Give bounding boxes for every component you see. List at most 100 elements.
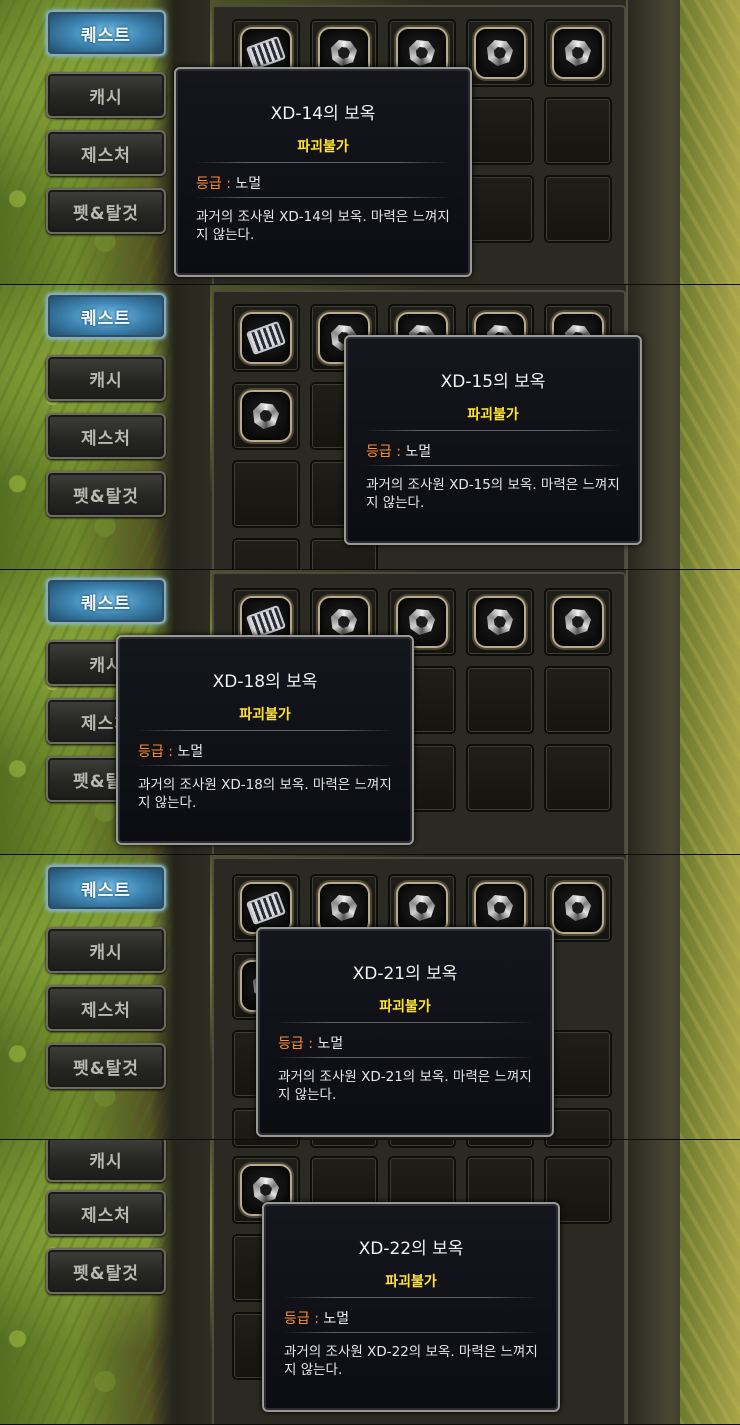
- inventory-slot[interactable]: [466, 744, 534, 812]
- gem-icon: [409, 40, 435, 66]
- gem-icon: [331, 609, 357, 635]
- indestructible-label: 파괴불가: [297, 139, 349, 155]
- grade-label: 등급 :: [196, 176, 231, 192]
- gem-icon: [331, 895, 357, 921]
- item-icon[interactable]: [552, 27, 604, 79]
- item-name: XD-22의 보옥: [358, 1239, 464, 1259]
- inventory-slot[interactable]: [310, 1140, 378, 1148]
- inventory-slot[interactable]: [544, 1140, 612, 1148]
- inventory-slot[interactable]: [232, 538, 300, 569]
- divider: [364, 430, 622, 431]
- frame-border-right: [626, 1140, 682, 1424]
- item-name: XD-21의 보옥: [352, 964, 458, 984]
- grade-value: 노멀: [323, 1311, 350, 1327]
- tab-quest[interactable]: 퀘스트: [46, 293, 166, 339]
- item-tooltip: XD-14의 보옥 파괴불가 등급 : 노멀 과거의 조사원 XD-14의 보옥…: [174, 67, 472, 277]
- indestructible-label: 파괴불가: [379, 999, 431, 1015]
- item-icon[interactable]: [552, 882, 604, 934]
- item-tooltip: XD-18의 보옥 파괴불가 등급 : 노멀 과거의 조사원 XD-18의 보옥…: [116, 635, 414, 845]
- inventory-slot[interactable]: [232, 304, 300, 372]
- item-tooltip: XD-22의 보옥 파괴불가 등급 : 노멀 과거의 조사원 XD-22의 보옥…: [262, 1202, 560, 1412]
- tab-quest[interactable]: 퀘스트: [46, 10, 166, 56]
- tab-pet-mount[interactable]: 펫&탈것: [46, 188, 166, 234]
- inventory-slot[interactable]: [544, 666, 612, 734]
- item-grade: 등급 : 노멀: [278, 1033, 343, 1053]
- cart-icon: [245, 604, 287, 640]
- inventory-slot[interactable]: [544, 1108, 612, 1139]
- grade-label: 등급 :: [278, 1036, 313, 1052]
- grade-label: 등급 :: [366, 444, 401, 460]
- divider: [194, 197, 452, 198]
- item-icon[interactable]: [474, 596, 526, 648]
- divider: [136, 765, 394, 766]
- inventory-slot[interactable]: [232, 1140, 300, 1148]
- gem-icon: [565, 895, 591, 921]
- grass-background-right: [680, 285, 740, 569]
- gem-icon: [409, 609, 435, 635]
- tab-pet-mount[interactable]: 펫&탈것: [46, 1043, 166, 1089]
- inventory-slot[interactable]: [544, 175, 612, 243]
- inventory-panel-5: 캐시 제스처 펫&탈것 XD-22의 보옥 파괴불가 등급 : 노멀 과거의 조…: [0, 1140, 740, 1425]
- item-description: 과거의 조사원 XD-15의 보옥. 마력은 느껴지지 않는다.: [366, 477, 620, 511]
- gem-icon: [565, 40, 591, 66]
- inventory-slot[interactable]: [544, 874, 612, 942]
- tab-pet-mount[interactable]: 펫&탈것: [46, 471, 166, 517]
- inventory-slot[interactable]: [388, 1140, 456, 1148]
- gem-icon: [487, 40, 513, 66]
- tab-gesture[interactable]: 제스처: [46, 985, 166, 1031]
- tab-gesture[interactable]: 제스처: [46, 130, 166, 176]
- gem-icon: [487, 895, 513, 921]
- inventory-slot[interactable]: [544, 744, 612, 812]
- inventory-slot[interactable]: [232, 382, 300, 450]
- grade-label: 등급 :: [138, 744, 173, 760]
- tab-pet-mount[interactable]: 펫&탈것: [46, 1248, 166, 1294]
- gem-icon: [565, 609, 591, 635]
- divider: [364, 465, 622, 466]
- item-grade: 등급 : 노멀: [366, 441, 431, 461]
- tab-cash[interactable]: 캐시: [46, 1140, 166, 1182]
- gem-icon: [253, 1177, 279, 1203]
- tab-cash[interactable]: 캐시: [46, 927, 166, 973]
- item-description: 과거의 조사원 XD-18의 보옥. 마력은 느껴지지 않는다.: [138, 777, 392, 811]
- inventory-slot[interactable]: [466, 19, 534, 87]
- inventory-slot[interactable]: [466, 1140, 534, 1148]
- item-tooltip: XD-15의 보옥 파괴불가 등급 : 노멀 과거의 조사원 XD-15의 보옥…: [344, 335, 642, 545]
- tab-gesture[interactable]: 제스처: [46, 1190, 166, 1236]
- inventory-slot[interactable]: [466, 588, 534, 656]
- item-icon[interactable]: [474, 27, 526, 79]
- inventory-slot[interactable]: [232, 460, 300, 528]
- grade-label: 등급 :: [284, 1311, 319, 1327]
- gem-icon: [487, 609, 513, 635]
- inventory-panel-3: 퀘스트 캐시 제스처 펫&탈것 XD-18의 보옥 파괴불가 등급 : 노멀 과…: [0, 570, 740, 855]
- item-description: 과거의 조사원 XD-21의 보옥. 마력은 느껴지지 않는다.: [278, 1069, 532, 1103]
- item-icon[interactable]: [240, 390, 292, 442]
- frame-border-right: [626, 570, 682, 854]
- item-name: XD-15의 보옥: [440, 372, 546, 392]
- grade-value: 노멀: [235, 176, 262, 192]
- inventory-slot[interactable]: [544, 588, 612, 656]
- item-grade: 등급 : 노멀: [138, 741, 203, 761]
- grass-background-right: [680, 1140, 740, 1424]
- gem-icon: [331, 40, 357, 66]
- item-tooltip: XD-21의 보옥 파괴불가 등급 : 노멀 과거의 조사원 XD-21의 보옥…: [256, 927, 554, 1137]
- tab-cash[interactable]: 캐시: [46, 355, 166, 401]
- divider: [136, 730, 394, 731]
- tab-cash[interactable]: 캐시: [46, 72, 166, 118]
- item-icon[interactable]: [240, 312, 292, 364]
- inventory-slot[interactable]: [544, 97, 612, 165]
- inventory-slot[interactable]: [544, 1030, 612, 1098]
- item-description: 과거의 조사원 XD-14의 보옥. 마력은 느껴지지 않는다.: [196, 209, 450, 243]
- inventory-slot[interactable]: [544, 19, 612, 87]
- inventory-slot[interactable]: [466, 175, 534, 243]
- inventory-slot[interactable]: [466, 666, 534, 734]
- item-icon[interactable]: [552, 596, 604, 648]
- indestructible-label: 파괴불가: [467, 407, 519, 423]
- tab-gesture[interactable]: 제스처: [46, 413, 166, 459]
- item-description: 과거의 조사원 XD-22의 보옥. 마력은 느껴지지 않는다.: [284, 1344, 538, 1378]
- cart-icon: [245, 320, 287, 356]
- inventory-panel-4: 퀘스트 캐시 제스처 펫&탈것 XD-21의 보옥 파괴불가 등급 : 노멀 과…: [0, 855, 740, 1140]
- tab-quest[interactable]: 퀘스트: [46, 865, 166, 911]
- inventory-slot[interactable]: [466, 97, 534, 165]
- tab-quest[interactable]: 퀘스트: [46, 578, 166, 624]
- frame-border-right: [626, 0, 682, 284]
